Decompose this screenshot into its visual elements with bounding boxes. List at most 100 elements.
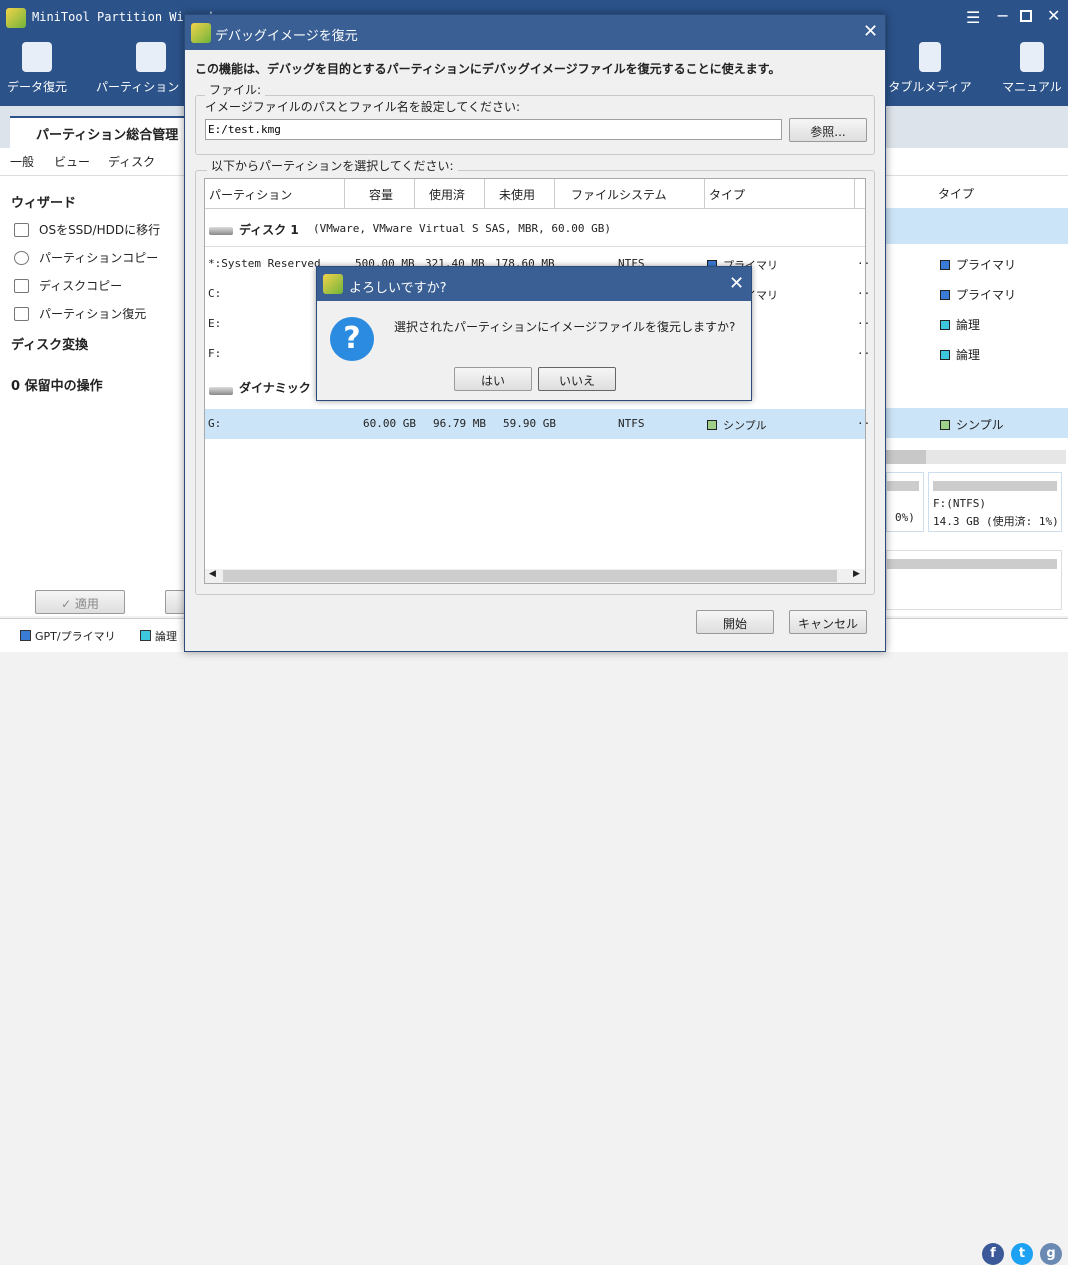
sidebar-item-label: パーティションコピー xyxy=(39,251,159,265)
sidebar-item-copy-disk[interactable]: ディスクコピー xyxy=(14,277,122,294)
disk-recovery-icon xyxy=(14,306,29,321)
disk-e-percent: 0%) xyxy=(895,511,915,524)
col-used[interactable]: 使用済 xyxy=(415,179,485,208)
type-swatch xyxy=(707,420,717,430)
table-horizontal-scrollbar[interactable]: ◀ ▶ xyxy=(205,569,865,583)
col-partition[interactable]: パーティション xyxy=(205,179,345,208)
cell-filesystem: NTFS xyxy=(618,417,645,430)
minimize-icon[interactable]: − xyxy=(996,6,1009,25)
tab-partition-management[interactable]: パーティション総合管理 xyxy=(10,116,186,148)
selected-disk-band xyxy=(886,208,1068,244)
partition-list-right: タイプ プライマリ プライマリ 論理 論理 シンプル 0%) F:(NTFS) … xyxy=(886,176,1068,616)
toolbar-label: データ復元 xyxy=(6,80,67,94)
confirm-dialog: よろしいですか? ✕ ? 選択されたパーティションにイメージファイルを復元します… xyxy=(316,266,752,401)
disk-map-dynamic xyxy=(886,550,1062,610)
type-column-header: タイプ xyxy=(938,187,975,201)
cancel-button[interactable]: キャンセル xyxy=(789,610,867,634)
legend-logical: 論理 xyxy=(140,628,177,644)
google-plus-icon[interactable]: g xyxy=(1040,1243,1062,1265)
disk-icon xyxy=(209,387,233,395)
disk-map-partition-f[interactable]: F:(NTFS) 14.3 GB (使用済: 1%) xyxy=(928,472,1062,532)
partition-select-label: 以下からパーティションを選択してください: xyxy=(207,157,458,174)
menu-general[interactable]: 一般 xyxy=(10,153,34,170)
confirm-title: よろしいですか? xyxy=(349,281,447,296)
sidebar-item-label: ディスクコピー xyxy=(39,279,123,293)
file-prompt: イメージファイルのパスとファイル名を設定してください: xyxy=(205,100,521,114)
cell-partition: C: xyxy=(208,287,222,300)
disk1-info: (VMware, VMware Virtual S SAS, MBR, 60.0… xyxy=(313,222,612,235)
pending-ops-heading: 0 保留中の操作 xyxy=(11,379,103,394)
yes-button[interactable]: はい xyxy=(454,367,532,391)
dynamic-disk-label: ダイナミック xyxy=(239,381,311,395)
cell-used: 96.79 MB xyxy=(433,417,486,430)
copy-disk-icon xyxy=(14,278,29,293)
sidebar: ウィザード OSをSSD/HDDに移行 パーティションコピー ディスクコピー パ… xyxy=(0,176,190,616)
scroll-thumb[interactable] xyxy=(223,570,837,582)
type-row: プライマリ xyxy=(940,286,1016,303)
type-row: プライマリ xyxy=(940,256,1016,273)
manual-button[interactable]: マニュアル xyxy=(1000,42,1064,95)
type-row: 論理 xyxy=(940,316,980,333)
question-icon: ? xyxy=(330,317,374,361)
close-icon[interactable]: ✕ xyxy=(1047,6,1060,25)
toolbar-label: パーティション xyxy=(96,80,180,94)
more-icon[interactable]: ·· xyxy=(857,417,870,430)
cell-partition: G: xyxy=(208,417,222,430)
undo-button[interactable] xyxy=(165,590,185,614)
app-logo-icon xyxy=(323,274,343,294)
horizontal-scrollbar[interactable] xyxy=(886,450,1066,464)
dialog-close-icon[interactable]: ✕ xyxy=(863,21,878,42)
copy-partition-icon xyxy=(14,250,29,265)
data-recovery-button[interactable]: データ復元 xyxy=(4,42,70,95)
confirm-close-icon[interactable]: ✕ xyxy=(729,273,744,294)
bootable-media-button[interactable]: タブルメディア xyxy=(886,42,974,95)
col-capacity[interactable]: 容量 xyxy=(345,179,415,208)
menu-icon[interactable]: ☰ xyxy=(966,8,980,27)
more-icon[interactable]: ·· xyxy=(857,317,870,330)
apply-button[interactable]: ✓ 適用 xyxy=(35,590,125,614)
data-recovery-icon xyxy=(22,42,52,72)
browse-button[interactable]: 参照... xyxy=(789,118,867,142)
legend-gpt-primary: GPT/プライマリ xyxy=(20,628,116,644)
more-icon[interactable]: ·· xyxy=(857,287,870,300)
menu-disk[interactable]: ディスク xyxy=(108,153,155,170)
scroll-left-icon[interactable]: ◀ xyxy=(209,569,216,579)
partition-recovery-button[interactable]: パーティション xyxy=(96,42,186,95)
type-label: シンプル xyxy=(723,419,767,432)
table-row-selected[interactable]: G: 60.00 GB 96.79 MB 59.90 GB NTFS シンプル … xyxy=(205,409,870,439)
cell-partition: *:System Reserved xyxy=(208,257,321,270)
maximize-icon[interactable] xyxy=(1020,10,1032,22)
start-button[interactable]: 開始 xyxy=(696,610,774,634)
sidebar-item-label: パーティション復元 xyxy=(39,307,147,321)
more-icon[interactable]: ·· xyxy=(857,347,870,360)
col-unused[interactable]: 未使用 xyxy=(485,179,555,208)
disk-map-partition-e[interactable]: 0%) xyxy=(886,472,924,532)
menu-view[interactable]: ビュー xyxy=(54,153,90,170)
cell-capacity: 60.00 GB xyxy=(363,417,416,430)
dialog-titlebar: デバッグイメージを復元 ✕ xyxy=(185,15,885,50)
cell-unused: 59.90 GB xyxy=(503,417,556,430)
col-type[interactable]: タイプ xyxy=(705,179,855,208)
toolbar-label: マニュアル xyxy=(1002,80,1062,94)
col-filesystem[interactable]: ファイルシステム xyxy=(555,179,705,208)
dialog-title: デバッグイメージを復元 xyxy=(215,29,358,44)
bootable-media-icon xyxy=(919,42,941,72)
type-row: シンプル xyxy=(940,416,1004,433)
sidebar-item-copy-partition[interactable]: パーティションコピー xyxy=(14,249,158,266)
sidebar-item-migrate-os[interactable]: OSをSSD/HDDに移行 xyxy=(14,221,160,238)
scroll-right-icon[interactable]: ▶ xyxy=(853,569,860,579)
file-path-input[interactable] xyxy=(205,119,782,140)
migrate-icon xyxy=(14,222,29,237)
no-button[interactable]: いいえ xyxy=(538,367,616,391)
twitter-icon[interactable]: t xyxy=(1011,1243,1033,1265)
wizard-heading: ウィザード xyxy=(11,196,77,211)
facebook-icon[interactable]: f xyxy=(982,1243,1004,1265)
manual-icon xyxy=(1020,42,1044,72)
cell-type: シンプル xyxy=(707,417,767,433)
app-logo-icon xyxy=(6,8,26,28)
sidebar-item-partition-recovery[interactable]: パーティション復元 xyxy=(14,305,146,322)
type-row: 論理 xyxy=(940,346,980,363)
confirm-message: 選択されたパーティションにイメージファイルを復元しますか? xyxy=(394,320,736,334)
toolbar-label: タブルメディア xyxy=(888,80,972,94)
more-icon[interactable]: ·· xyxy=(857,257,870,270)
